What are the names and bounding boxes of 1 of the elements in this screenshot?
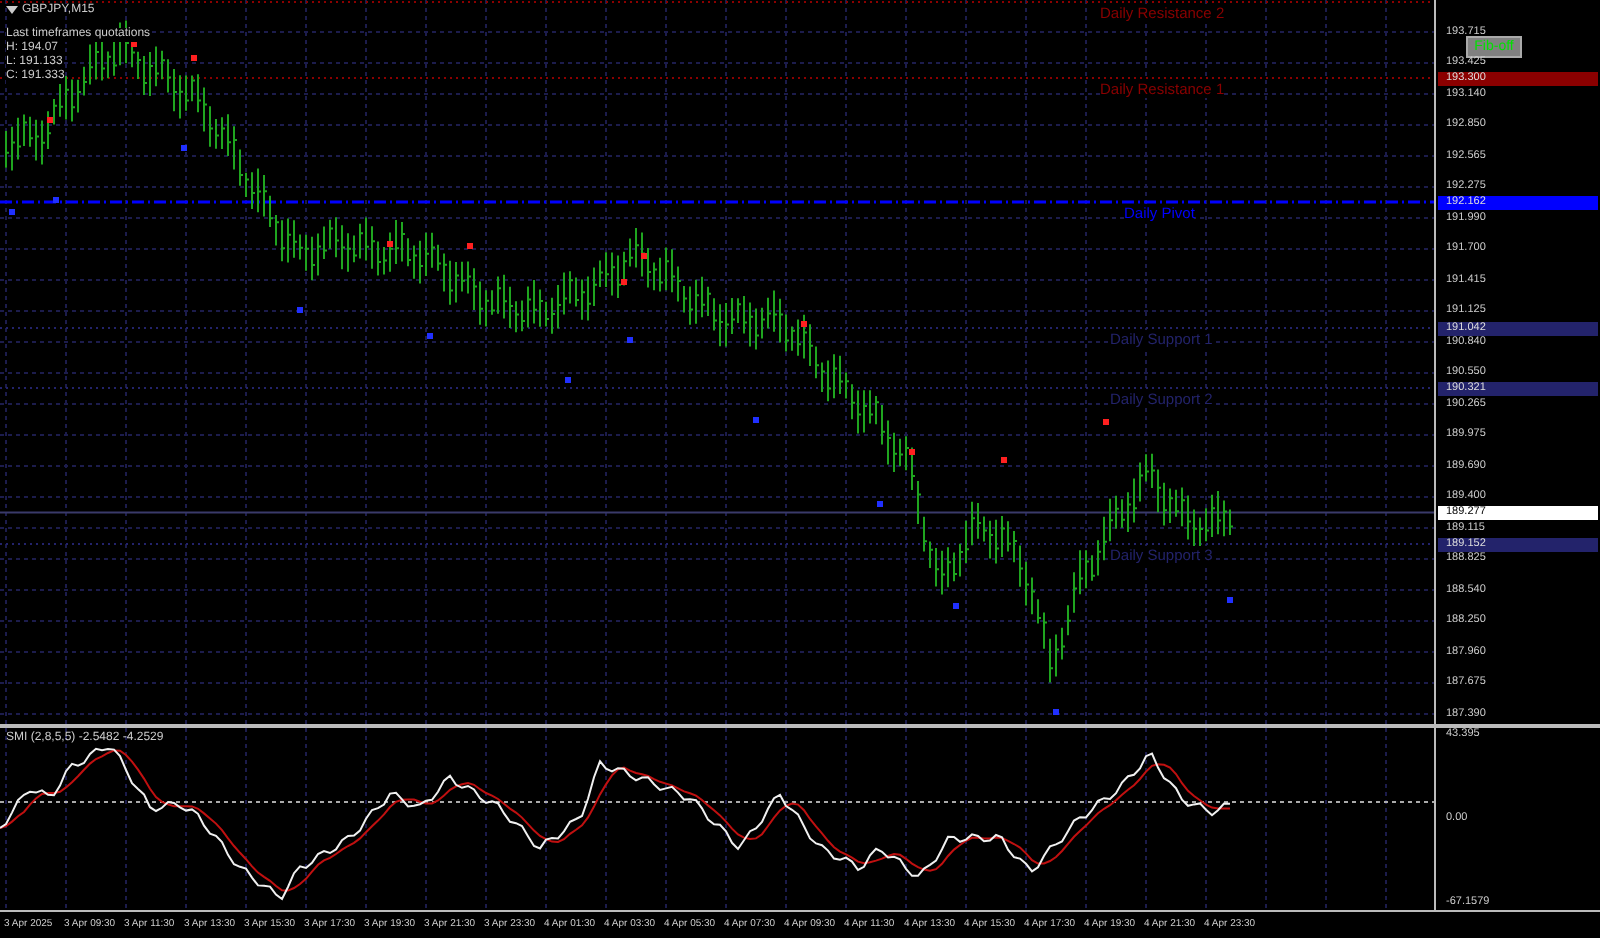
dropdown-triangle-icon[interactable] (6, 6, 18, 14)
